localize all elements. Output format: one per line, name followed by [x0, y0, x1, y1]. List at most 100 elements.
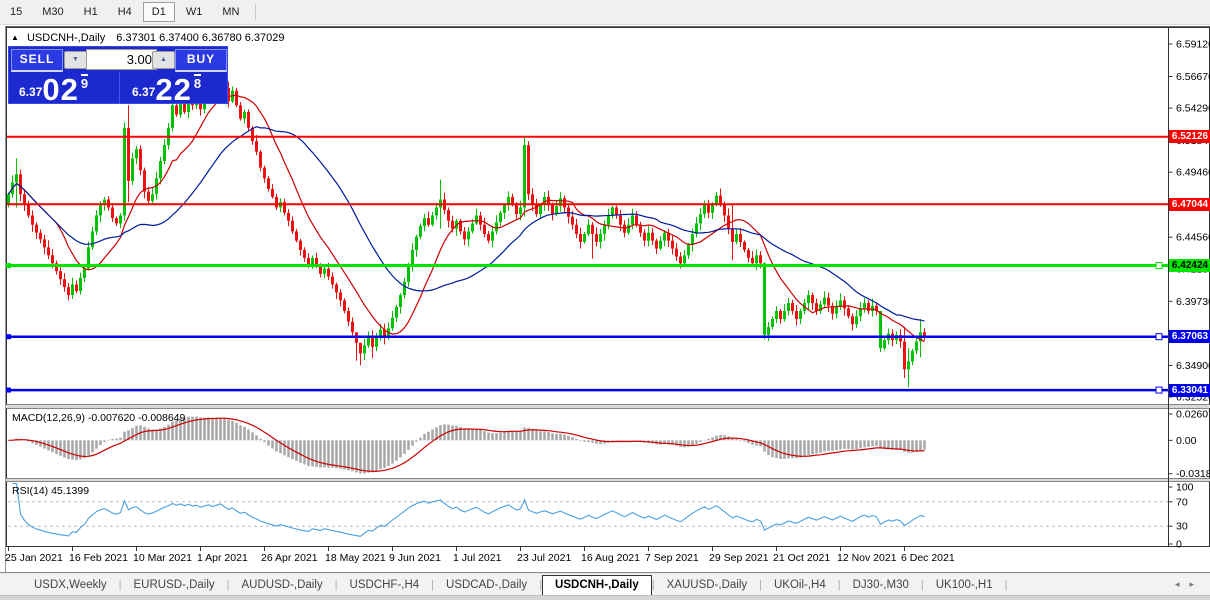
candle-body	[603, 225, 606, 234]
candle-body	[243, 112, 246, 119]
candle-body	[327, 269, 330, 277]
level-handle[interactable]	[1156, 387, 1162, 393]
chart-tab-xauusd-daily[interactable]: XAUUSD-,Daily	[655, 576, 760, 595]
chart-tab-usdchf-h4[interactable]: USDCHF-,H4	[338, 576, 432, 595]
buy-button[interactable]: BUY	[175, 49, 227, 72]
rsi-axis-label: 70	[1176, 496, 1188, 508]
tabs-scroll-left-icon[interactable]: ◂	[1175, 579, 1190, 589]
panel-splitter[interactable]	[7, 405, 1210, 409]
macd-histogram-bar	[39, 440, 42, 446]
candle-body	[631, 215, 634, 224]
macd-histogram-bar	[71, 440, 74, 459]
date-axis-label: 1 Jul 2021	[453, 552, 502, 564]
candle-body	[515, 205, 518, 214]
chart-tab-dj30-m30[interactable]: DJ30-,M30	[841, 576, 921, 595]
candle-body	[135, 149, 138, 158]
candle-body	[359, 343, 362, 354]
macd-histogram-bar	[707, 439, 710, 441]
chart-tab-usdcad-daily[interactable]: USDCAD-,Daily	[434, 576, 539, 595]
macd-axis-label: 0.00	[1176, 435, 1197, 447]
level-handle[interactable]	[1156, 263, 1162, 269]
date-axis-label: 23 Jul 2021	[517, 552, 571, 564]
candle-body	[471, 223, 474, 231]
candle-body	[871, 306, 874, 311]
macd-histogram-bar	[451, 426, 454, 441]
macd-histogram-bar	[535, 430, 538, 440]
chart-title-row: ▲ USDCNH-,Daily 6.37301 6.37400 6.36780 …	[11, 32, 285, 44]
panel-splitter[interactable]	[7, 479, 1210, 482]
buy-price[interactable]: 6.37228	[119, 72, 232, 104]
level-handle[interactable]	[6, 263, 11, 268]
sell-price[interactable]: 6.37029	[11, 72, 115, 104]
sell-button[interactable]: SELL	[11, 49, 63, 72]
chart-tab-audusd-daily[interactable]: AUDUSD-,Daily	[230, 576, 335, 595]
candle-body	[587, 225, 590, 234]
sell-price-pip: 9	[81, 74, 88, 90]
candle-body	[723, 205, 726, 216]
price-axis-label: 6.44560	[1176, 232, 1210, 244]
macd-histogram-bar	[515, 431, 518, 440]
macd-histogram-bar	[691, 440, 694, 445]
rsi-panel[interactable]	[7, 482, 1210, 547]
macd-label: MACD(12,26,9) -0.007620 -0.008649	[12, 412, 185, 424]
chart-tab-ukoil-h4[interactable]: UKOil-,H4	[762, 576, 838, 595]
macd-histogram-bar	[615, 440, 618, 441]
macd-histogram-bar	[803, 440, 806, 456]
candle-body	[883, 340, 886, 348]
macd-histogram-bar	[367, 440, 370, 472]
macd-histogram-bar	[495, 433, 498, 440]
macd-histogram-bar	[551, 433, 554, 440]
macd-histogram-bar	[763, 440, 766, 451]
price-axis-label: 6.34900	[1176, 360, 1210, 372]
macd-histogram-bar	[371, 440, 374, 472]
macd-histogram-bar	[563, 435, 566, 441]
volume-increase-button[interactable]: ▲	[152, 51, 175, 69]
macd-histogram-bar	[835, 440, 838, 450]
candle-body	[59, 271, 62, 279]
candle-body	[755, 255, 758, 263]
price-axis-label: 6.54290	[1176, 103, 1210, 115]
candle-body	[99, 205, 102, 216]
macd-histogram-bar	[267, 440, 270, 445]
macd-panel[interactable]	[7, 409, 1210, 479]
candle-body	[71, 284, 74, 295]
collapse-icon[interactable]: ▲	[11, 33, 19, 42]
candle-body	[615, 207, 618, 215]
macd-histogram-bar	[107, 440, 110, 441]
volume-decrease-button[interactable]: ▼	[64, 51, 87, 69]
candle-body	[531, 194, 534, 205]
chart-tab-usdx-weekly[interactable]: USDX,Weekly	[22, 576, 119, 595]
candle-body	[735, 234, 738, 242]
candle-body	[523, 145, 526, 207]
volume-input[interactable]: 3.00	[86, 49, 157, 70]
candle-body	[319, 266, 322, 274]
date-axis-label: 21 Oct 2021	[773, 552, 830, 564]
macd-histogram-bar	[783, 440, 786, 459]
level-handle[interactable]	[6, 388, 11, 393]
candle-body	[403, 282, 406, 295]
status-bar	[0, 595, 1210, 600]
level-handle[interactable]	[1156, 334, 1162, 340]
candle-body	[851, 316, 854, 324]
candle-body	[343, 300, 346, 311]
chart-tab-usdcnh-daily[interactable]: USDCNH-,Daily	[542, 575, 652, 595]
macd-histogram-bar	[335, 440, 338, 468]
candle-body	[647, 233, 650, 241]
candle-body	[415, 237, 418, 250]
candle-body	[727, 215, 730, 228]
macd-histogram-bar	[295, 440, 298, 461]
macd-axis-label: 0.02607	[1176, 409, 1210, 421]
tabs-scroll-right-icon[interactable]: ▸	[1189, 579, 1204, 589]
candle-body	[495, 222, 498, 231]
candle-body	[787, 303, 790, 311]
chart-tab-uk100-h1[interactable]: UK100-,H1	[924, 576, 1005, 595]
chart-tab-eurusd-daily[interactable]: EURUSD-,Daily	[122, 576, 227, 595]
level-handle[interactable]	[6, 334, 11, 339]
candle-body	[51, 255, 54, 263]
macd-histogram-bar	[155, 429, 158, 440]
candle-body	[607, 215, 610, 224]
macd-histogram-bar	[739, 440, 742, 441]
macd-histogram-bar	[327, 440, 330, 467]
macd-histogram-bar	[423, 434, 426, 440]
candle-body	[815, 303, 818, 311]
